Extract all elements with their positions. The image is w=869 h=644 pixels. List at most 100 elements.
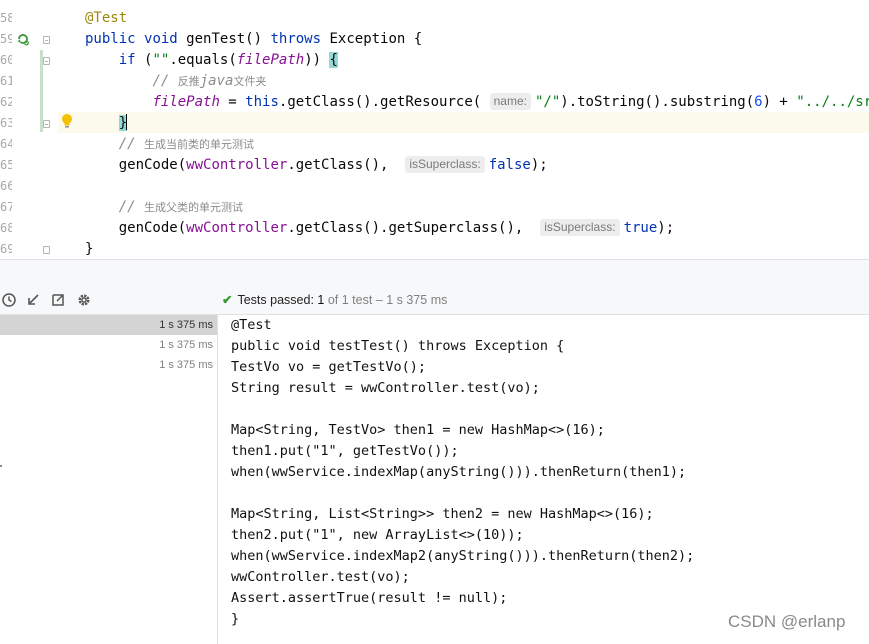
console-line: then1.put("1", getTestVo()); [231,443,459,459]
code-token: 文件夹 [233,75,267,88]
code-token: true [623,220,658,236]
settings-icon[interactable] [76,292,92,308]
code-token: genCode( [85,157,187,173]
code-token: // [152,73,178,89]
code-token: Exception { [329,31,423,47]
console-line: } [231,611,240,627]
current-line-highlight [58,112,869,133]
console-output[interactable]: @Test public void testTest() throws Excep… [218,315,869,644]
test-duration: 1 s 375 ms [159,339,213,351]
parameter-hint: isSuperclass: [405,156,485,173]
code-token: { [329,52,338,68]
code-token: throws [270,31,330,47]
vcs-change-marker[interactable] [40,50,43,132]
fold-marker[interactable] [43,36,50,44]
line-number: 64 [0,137,12,151]
status-passed-count: 1 [317,293,325,307]
line-number: 69 [0,242,12,256]
watermark: CSDN @erlanp [728,612,846,631]
line-number: 65 [0,158,12,172]
console-line: when(wwService.indexMap2(anyString())).t… [231,548,695,564]
code-line: } [85,239,93,260]
code-line: @Test [85,8,127,29]
console-line: then2.put("1", new ArrayList<>(10)); [231,527,524,543]
code-token: void [144,31,187,47]
code-line: if ("".equals(filePath)) { [85,50,338,71]
code-editor[interactable]: 58 59 60 61 62 63 64 65 66 67 68 69 @Test public voi… [0,0,869,260]
history-icon[interactable] [1,292,17,308]
console-line: TestVo vo = getTestVo(); [231,359,427,375]
test-duration: 1 s 375 ms [159,359,213,371]
code-token: } [85,241,94,257]
code-line: // 反推java文件夹 [85,71,266,92]
line-number: 66 [0,179,12,193]
code-token: // [118,136,145,152]
code-token: .equals( [169,52,237,68]
code-token: ) + [762,94,797,110]
line-number: 63 [0,116,12,130]
test-tree-row[interactable]: 1 s 375 ms [0,355,217,375]
console-line: wwController.test(vo); [231,569,410,585]
code-token: false [488,157,531,173]
code-token: .getClass(), [287,157,406,173]
console-line: when(wwService.indexMap(anyString())).th… [231,464,687,480]
fold-marker[interactable] [43,57,50,65]
text-caret [126,114,128,130]
fold-marker[interactable] [43,246,50,254]
console-line: @Test [231,317,272,333]
code-line: // 生成父类的单元测试 [85,197,243,218]
code-line: filePath = this.getClass().getResource( … [85,92,869,113]
status-detail: of 1 test – 1 s 375 ms [327,293,448,307]
code-token: 反推 [177,75,200,88]
code-line: genCode(wwController.getClass().getSuper… [85,218,674,239]
code-line: // 生成当前类的单元测试 [85,134,254,155]
console-line: public void testTest() throws Exception … [231,338,565,354]
code-token: genTest() [186,31,271,47]
run-test-icon[interactable] [16,32,30,46]
test-results-tree: 1 s 375 ms 1 s 375 ms 1 s 375 ms [0,315,218,644]
code-token: ); [657,220,675,236]
console-line: Map<String, List<String>> then2 = new Ha… [231,506,654,522]
parameter-hint: name: [489,93,531,110]
code-token: public [85,31,145,47]
intention-bulb-icon[interactable] [60,113,74,129]
import-icon[interactable] [25,292,41,308]
line-number: 62 [0,95,12,109]
console-line: Assert.assertTrue(result != null); [231,590,508,606]
test-status: ✔ Tests passed: 1 of 1 test – 1 s 375 ms [222,287,447,314]
panel-splitter[interactable] [0,259,869,288]
code-token: wwController [186,220,288,236]
code-token: "../../src/" [796,94,869,110]
test-tree-row[interactable]: 1 s 375 ms [0,315,217,335]
code-token: .getClass().getResource( [278,94,490,110]
code-token: this [245,94,279,110]
line-number: 61 [0,74,12,88]
line-number: 68 [0,221,12,235]
export-icon[interactable] [50,292,66,308]
parameter-hint: isSuperclass: [540,219,620,236]
code-token: 生成父类的单元测试 [144,201,244,214]
line-number: 59 [0,32,12,46]
console-line: String result = wwController.test(vo); [231,380,540,396]
line-number: 67 [0,200,12,214]
code-token: ); [530,157,548,173]
code-token: @Test [85,10,128,26]
code-token: filePath [236,52,305,68]
fold-marker[interactable] [43,120,50,128]
code-token: ).toString().substring( [560,94,755,110]
console-line: Map<String, TestVo> then1 = new HashMap<… [231,422,605,438]
test-duration: 1 s 375 ms [159,319,213,331]
code-token: java [199,73,234,89]
code-token: // [118,199,145,215]
test-tree-row[interactable]: 1 s 375 ms [0,335,217,355]
line-number: 58 [0,11,12,25]
code-token: 6 [754,94,763,110]
code-token: 生成当前类的单元测试 [144,138,255,151]
passed-check-icon: ✔ [222,293,233,307]
code-token: if [118,52,145,68]
